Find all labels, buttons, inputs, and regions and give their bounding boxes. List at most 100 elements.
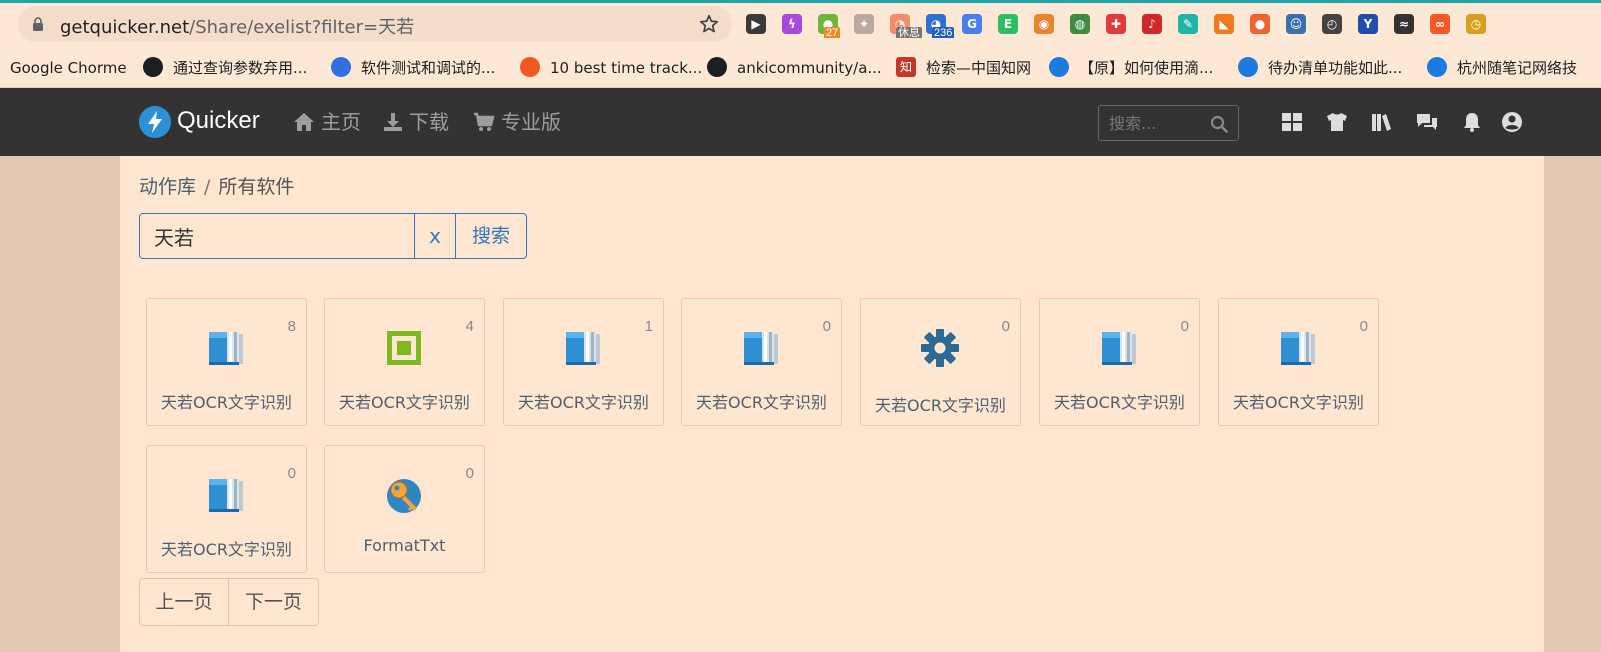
site-navbar: Quicker 主页 下载 专业版 bbox=[0, 88, 1601, 156]
book-icon bbox=[1099, 328, 1139, 368]
breadcrumb: 动作库 / 所有软件 bbox=[139, 172, 294, 199]
software-name[interactable]: 天若OCR文字识别 bbox=[325, 389, 484, 413]
library-icon[interactable] bbox=[1370, 110, 1394, 134]
software-card[interactable]: 4 天若OCR文字识别 bbox=[324, 298, 485, 426]
software-name[interactable]: 天若OCR文字识别 bbox=[504, 389, 663, 413]
software-card[interactable]: 0 天若OCR文字识别 bbox=[146, 445, 307, 573]
sunburst-icon bbox=[520, 56, 540, 77]
software-name[interactable]: 天若OCR文字识别 bbox=[861, 392, 1020, 416]
globe-ext-icon[interactable]: ◍ bbox=[1066, 10, 1094, 38]
pin-ext-icon[interactable]: ✦ bbox=[850, 10, 878, 38]
terminal-ext-icon[interactable]: ▶ bbox=[742, 10, 770, 38]
nav-search-input[interactable] bbox=[1099, 106, 1209, 140]
bookmark-item[interactable]: 【原】如何使用滴... bbox=[1049, 48, 1213, 87]
y-ext-icon[interactable]: Y bbox=[1354, 10, 1382, 38]
action-count: 0 bbox=[1359, 318, 1368, 335]
software-card[interactable]: 0 天若OCR文字识别 bbox=[681, 298, 842, 426]
nav-pro[interactable]: 专业版 bbox=[473, 108, 561, 136]
bookmark-label: 10 best time track... bbox=[550, 59, 703, 77]
user-icon[interactable] bbox=[1500, 110, 1524, 134]
software-card[interactable]: 8 天若OCR文字识别 bbox=[146, 298, 307, 426]
translate-ext-icon[interactable]: G bbox=[958, 10, 986, 38]
lock-icon[interactable] bbox=[32, 17, 44, 31]
bookmark-star-icon[interactable] bbox=[698, 13, 720, 35]
software-card[interactable]: 0 FormatTxt bbox=[324, 445, 485, 573]
bookmark-item[interactable]: 待办清单功能如此... bbox=[1238, 48, 1403, 87]
baidu-paw-icon bbox=[331, 56, 351, 77]
software-name[interactable]: 天若OCR文字识别 bbox=[147, 389, 306, 413]
filter-search-input[interactable] bbox=[139, 213, 415, 259]
software-card[interactable]: 0 天若OCR文字识别 bbox=[1039, 298, 1200, 426]
colorful-ext-icon[interactable]: ◉ bbox=[1030, 10, 1058, 38]
grid-icon[interactable] bbox=[1280, 110, 1304, 134]
home-icon bbox=[294, 112, 314, 131]
gauge-ext-icon[interactable]: ◴ bbox=[1318, 10, 1346, 38]
breadcrumb-separator: / bbox=[204, 176, 211, 198]
tab-accent-line bbox=[0, 0, 1601, 3]
bookmark-item[interactable]: 通过查询参数弃用... bbox=[143, 48, 307, 87]
bell-icon[interactable] bbox=[1460, 110, 1484, 134]
music-ext-icon[interactable]: ♪ bbox=[1138, 10, 1166, 38]
cross-ext-icon[interactable]: ✚ bbox=[1102, 10, 1130, 38]
edge-icon bbox=[1427, 56, 1447, 77]
chat-icon[interactable] bbox=[1415, 110, 1439, 134]
bookmark-item[interactable]: 软件测试和调试的... bbox=[331, 48, 495, 87]
tshirt-icon[interactable] bbox=[1325, 110, 1349, 134]
url-text[interactable]: getquicker.net/Share/exelist?filter=天若 bbox=[60, 13, 414, 39]
square-target-icon bbox=[384, 328, 424, 368]
y-ext-glyph: Y bbox=[1358, 14, 1378, 34]
software-card[interactable]: 1 天若OCR文字识别 bbox=[503, 298, 664, 426]
mascot-ext-icon[interactable]: ☺ bbox=[1282, 10, 1310, 38]
action-count: 4 bbox=[465, 318, 474, 335]
action-count: 0 bbox=[822, 318, 831, 335]
breadcrumb-root[interactable]: 动作库 bbox=[139, 176, 196, 198]
bookmark-item[interactable]: 杭州随笔记网络技 bbox=[1427, 48, 1577, 87]
clear-button[interactable]: x bbox=[414, 213, 456, 259]
evernote-ext-icon[interactable]: E bbox=[994, 10, 1022, 38]
translate-ext-glyph: G bbox=[962, 14, 982, 34]
pin-ext-glyph: ✦ bbox=[854, 14, 874, 34]
bookmark-label: Google Chorme bbox=[10, 59, 127, 77]
evernote-ext-glyph: E bbox=[998, 14, 1018, 34]
search-button[interactable]: 搜索 bbox=[455, 213, 527, 259]
nav-download[interactable]: 下载 bbox=[383, 108, 449, 136]
software-card[interactable]: 0 天若OCR文字识别 bbox=[1218, 298, 1379, 426]
infinity-ext-icon[interactable]: ∞ bbox=[1426, 10, 1454, 38]
address-bar[interactable]: getquicker.net/Share/exelist?filter=天若 bbox=[18, 6, 732, 42]
software-name[interactable]: 天若OCR文字识别 bbox=[147, 536, 306, 560]
en-ext-glyph: ≈ bbox=[1394, 14, 1414, 34]
green-badge-ext-icon[interactable]: ● 27 bbox=[814, 10, 842, 38]
action-count: 0 bbox=[287, 465, 296, 482]
software-name[interactable]: 天若OCR文字识别 bbox=[682, 389, 841, 413]
bookmark-item[interactable]: 知检索—中国知网 bbox=[896, 48, 1031, 87]
pen-ext-icon[interactable]: ✎ bbox=[1174, 10, 1202, 38]
clock-ext-icon[interactable]: ◷ bbox=[1462, 10, 1490, 38]
speed-ext-icon[interactable]: ◕ 236 bbox=[922, 10, 955, 38]
software-name[interactable]: 天若OCR文字识别 bbox=[1219, 389, 1378, 413]
prev-page-button[interactable]: 上一页 bbox=[139, 578, 229, 626]
bookmark-label: 待办清单功能如此... bbox=[1268, 59, 1403, 77]
next-page-button[interactable]: 下一页 bbox=[228, 578, 319, 626]
terminal-ext-glyph: ▶ bbox=[746, 14, 766, 34]
bookmark-item[interactable]: ankicommunity/a... bbox=[707, 48, 882, 87]
purple-ext-icon[interactable]: ϟ bbox=[778, 10, 806, 38]
action-count: 8 bbox=[287, 318, 296, 335]
cart-icon bbox=[474, 112, 495, 131]
brand-name: Quicker bbox=[177, 107, 260, 134]
github-icon bbox=[707, 56, 727, 77]
orange-ext-icon[interactable]: ● bbox=[1246, 10, 1274, 38]
bookmark-item[interactable]: Google Chorme bbox=[10, 48, 127, 87]
software-name[interactable]: FormatTxt bbox=[325, 536, 484, 555]
pen-ext-glyph: ✎ bbox=[1178, 14, 1198, 34]
en-ext-icon[interactable]: ≈ bbox=[1390, 10, 1418, 38]
globe-ext-glyph: ◍ bbox=[1070, 14, 1090, 34]
software-name[interactable]: 天若OCR文字识别 bbox=[1040, 389, 1199, 413]
music-ext-glyph: ♪ bbox=[1142, 14, 1162, 34]
search-icon[interactable] bbox=[1210, 115, 1228, 133]
rest-ext-icon[interactable]: ◔ 休息 bbox=[886, 10, 922, 38]
software-card[interactable]: 0 天若OCR文字识别 bbox=[860, 298, 1021, 426]
rss-ext-icon[interactable]: ◣ bbox=[1210, 10, 1238, 38]
mascot-ext-glyph: ☺ bbox=[1286, 14, 1306, 34]
nav-home[interactable]: 主页 bbox=[293, 108, 361, 136]
bookmark-item[interactable]: 10 best time track... bbox=[520, 48, 703, 87]
